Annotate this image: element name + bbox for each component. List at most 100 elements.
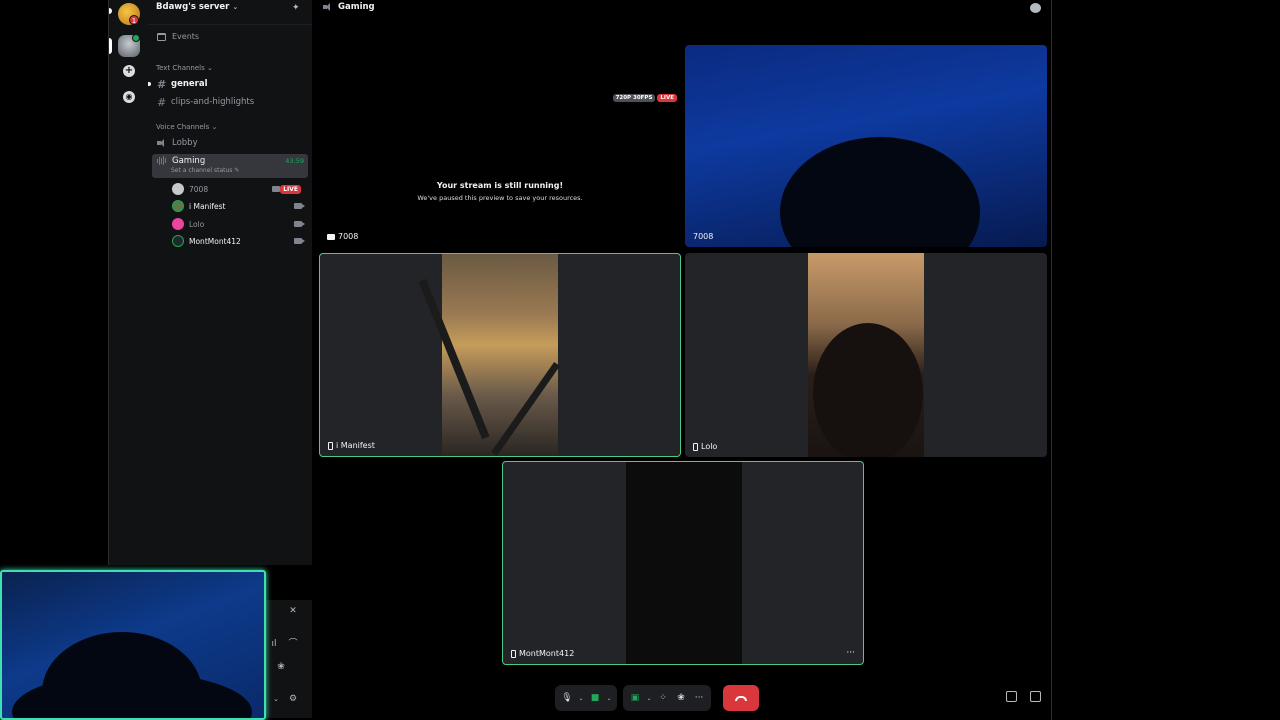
channel-general[interactable]: # general [148,76,308,92]
voice-user-7008[interactable]: 7008 LIVE [172,182,306,196]
video-tile-7008[interactable]: 7008 [685,45,1047,247]
avatar [172,183,184,195]
discover-icon[interactable]: ◉ [123,91,135,103]
voice-channel-gaming[interactable]: Gaming 43:59 Set a channel status ✎ [152,154,308,178]
discord-app: 1 + ◉ Bdawg's server ⌄ ✦ Events Text Cha… [0,0,1280,720]
channel-label: Lobby [172,138,198,148]
category-text-channels[interactable]: Text Channels ⌄ [156,64,213,72]
tile-label: 7008 [327,232,358,241]
user-panel: ✕ ⌒ ıl ❀ ⌄ ⚙ [266,600,312,718]
category-label: Voice Channels [156,123,210,131]
avatar [172,235,184,247]
voice-user-montmont412[interactable]: MontMont412 [172,234,306,248]
voice-channel-lobby[interactable]: Lobby [152,135,308,151]
server-voice-indicator [132,34,140,42]
video-tile-i-manifest[interactable]: i Manifest [319,253,681,457]
chevron-down-icon[interactable]: ⌄ [577,695,585,702]
speaker-icon [323,3,332,11]
screen-share-icon[interactable]: ▣ [627,688,643,708]
mic-camera-group: 🎙 ⌄ ■ ⌄ [555,685,617,711]
voice-wave-icon: ıl [271,639,277,649]
call-stage: Gaming 720P 30FPS LIVE Your stream is st… [314,0,1052,720]
channel-label: general [171,79,208,89]
server-rail: 1 + ◉ [108,0,148,565]
live-badge: LIVE [280,185,301,194]
server-header[interactable]: Bdawg's server ⌄ [156,2,306,16]
pencil-icon: ✎ [234,167,240,174]
rail-indicator-selected [109,38,112,54]
chevron-down-icon[interactable]: ⌄ [645,695,653,702]
voice-activity-icon [157,156,166,165]
self-video-preview[interactable] [0,570,266,720]
hash-icon: # [157,77,167,91]
hangup-button[interactable] [723,685,759,711]
settings-icon[interactable]: ⚙ [288,694,298,704]
popout-icon[interactable] [1006,691,1017,702]
avatar [172,218,184,230]
video-tile-montmont412[interactable]: MontMont412 ··· [502,461,864,665]
voice-user-i-manifest[interactable]: i Manifest [172,199,306,213]
speaker-icon [157,139,166,147]
user-label: Lolo [189,219,205,229]
tile-label: i Manifest [328,441,375,450]
channel-status-prompt[interactable]: Set a channel status ✎ [171,167,239,174]
video-feed [418,254,560,456]
chevron-down-icon: ⌄ [207,64,213,72]
stream-tile[interactable]: 720P 30FPS LIVE Your stream is still run… [319,45,681,247]
rail-indicator-top [109,8,112,14]
category-label: Text Channels [156,64,205,72]
avatar [172,200,184,212]
video-feed [626,462,742,664]
add-server-icon[interactable]: + [123,65,135,77]
hangup-icon[interactable]: ⌒ [288,639,298,649]
tile-username: Lolo [701,442,718,451]
share-activity-group: ▣ ⌄ ⁘ ❀ ··· [623,685,711,711]
screen-share-icon [327,233,335,240]
soundboard-icon[interactable]: ❀ [673,688,689,708]
tile-username: MontMont412 [519,649,575,658]
channel-clips-and-highlights[interactable]: # clips-and-highlights [152,94,308,110]
activity-icon[interactable]: ⁘ [655,688,671,708]
call-controls: 🎙 ⌄ ■ ⌄ ▣ ⌄ ⁘ ❀ ··· [555,684,759,712]
tile-more-icon[interactable]: ··· [846,648,855,658]
user-label: 7008 [189,184,209,194]
chat-icon[interactable] [1030,3,1041,13]
camera-icon [294,203,305,209]
events-link[interactable]: Events [157,32,199,41]
video-feed [808,253,924,457]
disconnect-icon[interactable]: ✕ [288,606,298,616]
fullscreen-icon[interactable] [1030,691,1041,702]
more-icon[interactable]: ··· [691,688,707,708]
calendar-icon [157,32,166,41]
mobile-icon [693,442,698,451]
header-divider [148,24,312,25]
invite-icon[interactable]: ✦ [292,3,302,13]
call-timer: 43:59 [285,157,304,165]
quality-badge: 720P 30FPS [612,94,656,102]
camera-icon[interactable]: ■ [587,688,603,708]
server-name: Bdawg's server [156,2,230,12]
mic-icon[interactable]: 🎙 [559,688,575,708]
video-detail [418,278,490,440]
stage-channel-name: Gaming [338,2,375,12]
chevron-down-icon[interactable]: ⌄ [605,695,613,702]
video-figure [813,323,923,457]
chevron-down-icon[interactable]: ⌄ [271,694,281,704]
voice-user-lolo[interactable]: Lolo [172,217,306,231]
events-label: Events [172,32,200,41]
hangup-icon [735,695,747,701]
paused-subtitle: We've paused this preview to save your r… [417,194,583,202]
stage-header: Gaming [323,2,375,12]
channel-label: clips-and-highlights [171,97,255,107]
tile-label: Lolo [693,442,717,451]
soundboard-icon[interactable]: ❀ [276,662,286,672]
category-voice-channels[interactable]: Voice Channels ⌄ [156,123,217,131]
video-tile-lolo[interactable]: Lolo [685,253,1047,457]
camera-icon [294,238,305,244]
live-badge: LIVE [657,94,677,102]
stream-badges: 720P 30FPS LIVE [612,94,677,102]
tile-label: MontMont412 [511,649,574,658]
unread-indicator [148,82,151,86]
chevron-down-icon: ⌄ [211,123,218,131]
tile-label: 7008 [693,232,713,241]
